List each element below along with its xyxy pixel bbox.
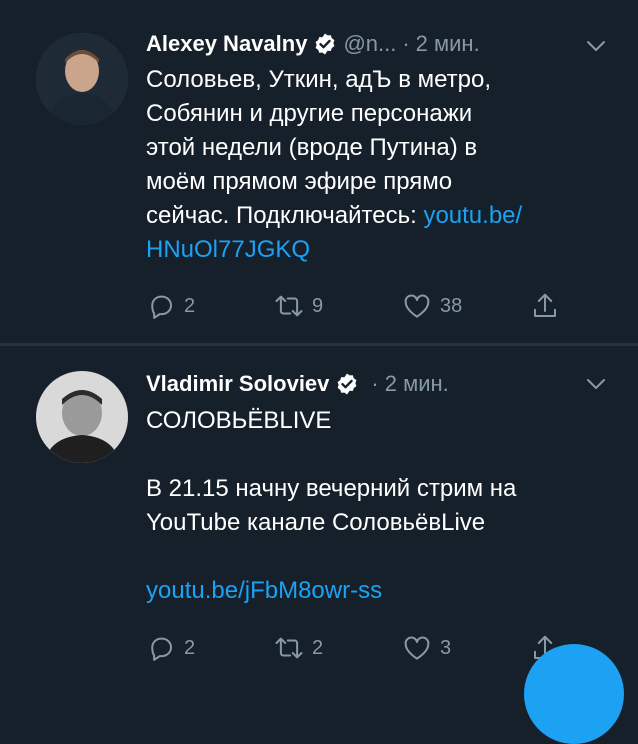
like-count: 38 — [440, 294, 463, 317]
like-icon — [404, 294, 430, 318]
share-button[interactable] — [530, 286, 568, 326]
tweet-navalny[interactable]: Alexey Navalny @n... · 2 мин. Соловьев, … — [0, 0, 638, 343]
tweet-text-line: В 21.15 начну вечерний стрим на — [146, 475, 517, 502]
reply-icon — [151, 295, 172, 319]
tweet-link[interactable]: HNuOl77JGKQ — [146, 233, 616, 267]
compose-tweet-button[interactable] — [524, 644, 624, 744]
tweet-header: Vladimir Soloviev · 2 мин. — [146, 368, 449, 400]
retweet-count: 9 — [312, 294, 324, 317]
tweet-text: СОЛОВЬЁВLIVE В 21.15 начну вечерний стри… — [146, 404, 616, 608]
avatar[interactable] — [36, 33, 128, 125]
tweet-text-line: Соловьев, Уткин, адЪ в метро, — [146, 66, 492, 93]
tweet-text-line: моём прямом эфире прямо — [146, 168, 453, 195]
tweet-link[interactable]: youtu.be/jFbM8owr-ss — [146, 574, 616, 608]
tweet-text-line: этой недели (вроде Путина) в — [146, 134, 478, 161]
tweet-text-line: YouTube канале СоловьёвLive — [146, 509, 486, 536]
tweet-text-line: сейчас. Подключайтесь: youtu.be/ — [146, 199, 616, 233]
share-icon — [534, 293, 556, 317]
verified-icon — [338, 373, 357, 395]
retweet-button[interactable]: 9 — [274, 286, 323, 326]
author-handle[interactable]: @n... — [343, 31, 396, 57]
tweet-text-fragment: сейчас. Подключайтесь: — [146, 202, 424, 229]
tweet-link[interactable]: youtu.be/ — [423, 202, 522, 229]
tweet-time[interactable]: 2 мин. — [416, 31, 480, 57]
like-button[interactable]: 3 — [402, 628, 451, 668]
tweet-text: Соловьев, Уткин, адЪ в метро, Собянин и … — [146, 63, 616, 267]
separator-dot: · — [371, 371, 379, 396]
separator-dot: · — [402, 31, 410, 56]
retweet-icon — [275, 637, 303, 659]
retweet-count: 2 — [312, 636, 324, 659]
avatar[interactable] — [36, 371, 128, 463]
reply-button[interactable]: 2 — [146, 628, 195, 668]
retweet-button[interactable]: 2 — [274, 628, 323, 668]
reply-count: 2 — [184, 294, 196, 317]
chevron-down-icon[interactable] — [584, 34, 608, 58]
tweet-text-line: Собянин и другие персонажи — [146, 100, 473, 127]
tweet-time[interactable]: 2 мин. — [385, 371, 449, 397]
tweet-text-line: СОЛОВЬЁВLIVE — [146, 407, 332, 434]
like-count: 3 — [440, 636, 452, 659]
chevron-down-icon[interactable] — [584, 372, 608, 396]
tweet-header: Alexey Navalny @n... · 2 мин. — [146, 28, 480, 60]
reply-button[interactable]: 2 — [146, 286, 195, 326]
like-button[interactable]: 38 — [402, 286, 462, 326]
retweet-icon — [275, 295, 303, 317]
verified-icon — [316, 33, 335, 55]
author-name[interactable]: Alexey Navalny — [146, 31, 307, 57]
author-name[interactable]: Vladimir Soloviev — [146, 371, 329, 397]
reply-icon — [151, 637, 172, 661]
tweet-soloviev[interactable]: Vladimir Soloviev · 2 мин. СОЛОВЬЁВLIVE … — [0, 346, 638, 676]
like-icon — [404, 636, 430, 660]
reply-count: 2 — [184, 636, 196, 659]
